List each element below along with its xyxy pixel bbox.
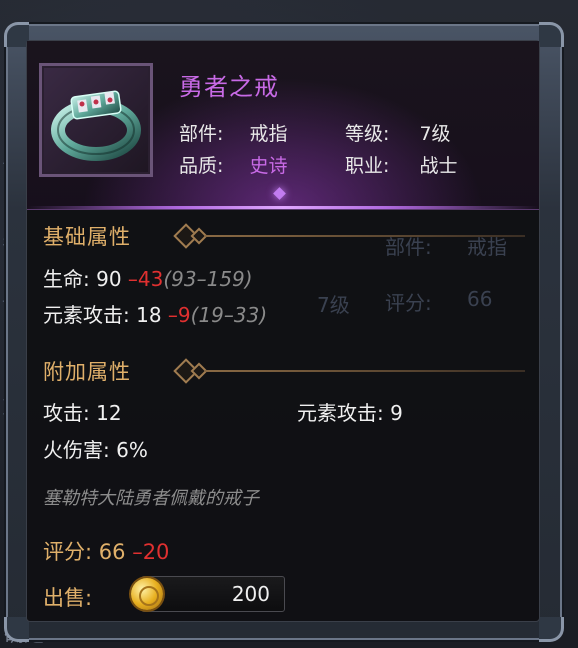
- class-value: 战士: [419, 155, 458, 177]
- stat-row-elemental: 元素攻击: 18 –9(19–33): [43, 299, 267, 328]
- score-label: 评分:: [43, 540, 93, 564]
- item-name: 勇者之戒: [179, 73, 279, 101]
- divider-gem-icon: [273, 187, 286, 200]
- stat-label: 元素攻击: 18: [43, 303, 162, 327]
- item-header: 勇者之戒 部件: 戒指 等级: 7级 品质: 史诗 职业: 战士: [27, 41, 539, 210]
- ghost-text: 66: [467, 287, 493, 311]
- section-divider: [205, 370, 525, 372]
- stat-delta: –43: [127, 267, 164, 291]
- stat-range: (93–159): [163, 267, 253, 291]
- quality-label: 品质:: [179, 155, 224, 177]
- quality-value: 史诗: [249, 155, 288, 177]
- extra-stats-title: 附加属性: [43, 360, 131, 384]
- ghost-text: 评分:: [385, 291, 432, 315]
- slot-attribute: 部件: 戒指: [179, 119, 287, 146]
- stat-delta: –9: [167, 303, 191, 327]
- header-divider: [27, 206, 539, 209]
- level-attribute: 等级: 7级: [345, 119, 451, 146]
- ring-icon: [51, 90, 141, 161]
- stat-elemental-attack: 元素攻击: 9: [297, 401, 403, 425]
- class-attribute: 职业: 战士: [345, 151, 457, 178]
- stat-range: (19–33): [190, 303, 268, 327]
- stat-label: 生命: 90: [43, 267, 122, 291]
- base-stats-title: 基础属性: [43, 225, 131, 249]
- item-score: 评分: 66 –20: [43, 536, 169, 566]
- sell-label: 出售:: [43, 586, 93, 610]
- stat-row-health: 生命: 90 –43(93–159): [43, 263, 253, 292]
- score-delta: –20: [132, 540, 170, 564]
- frame-corner: [4, 617, 29, 642]
- frame-corner: [539, 22, 564, 47]
- section-divider: [205, 235, 525, 237]
- item-tooltip: 部件: 戒指 7级 评分: 66 勇者之戒 部件: 戒指 等级: 7级 品质: …: [26, 40, 540, 622]
- level-label: 等级:: [345, 123, 390, 145]
- stat-attack: 攻击: 12: [43, 401, 122, 425]
- gold-coin-icon: [131, 578, 163, 610]
- slot-value: 戒指: [249, 123, 288, 145]
- item-description: 塞勒特大陆勇者佩戴的戒子: [43, 488, 259, 509]
- sell-price: 200: [231, 582, 270, 606]
- class-label: 职业:: [345, 155, 390, 177]
- item-icon-frame: [39, 63, 153, 177]
- stat-fire-damage: 火伤害: 6%: [43, 438, 148, 462]
- score-value: 66: [98, 540, 126, 564]
- slot-label: 部件:: [179, 123, 224, 145]
- ghost-text: 7级: [317, 293, 350, 317]
- quality-attribute: 品质: 史诗: [179, 151, 287, 178]
- level-value: 7级: [419, 123, 451, 145]
